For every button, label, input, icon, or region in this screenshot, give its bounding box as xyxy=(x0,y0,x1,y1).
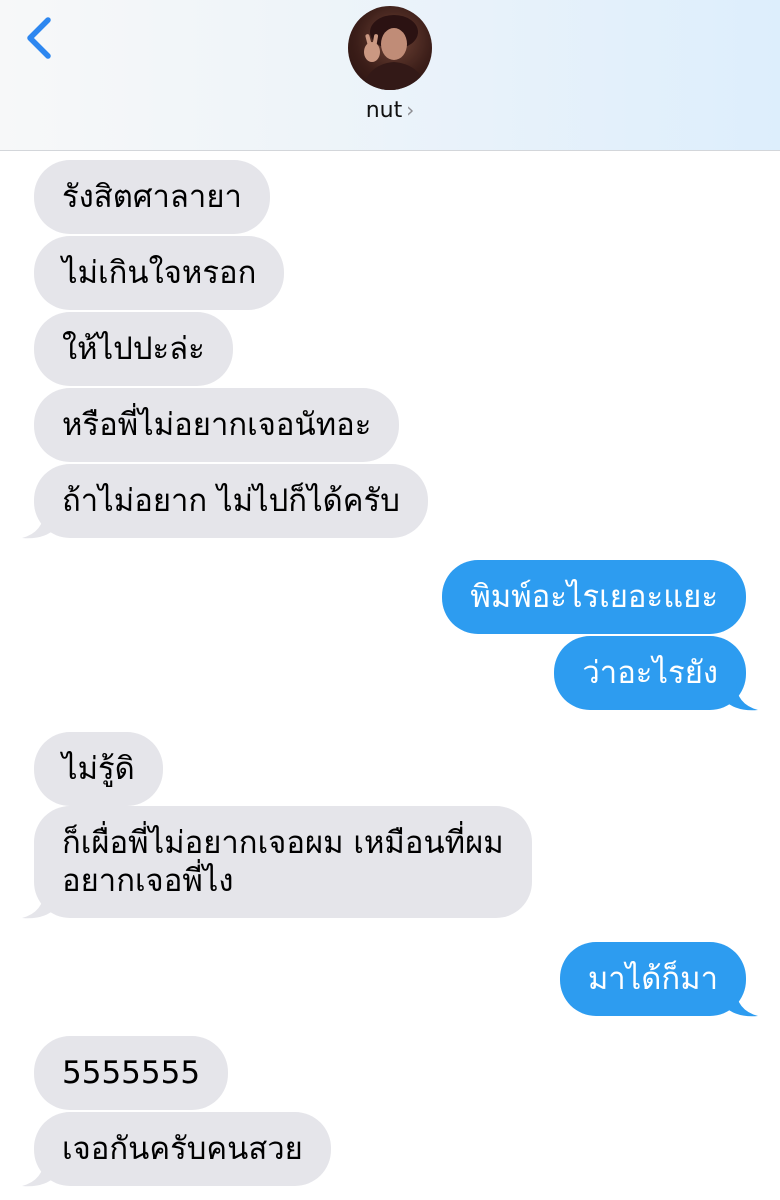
bubble-tail xyxy=(724,682,758,711)
message-bubble-incoming[interactable]: ไม่เกินใจหรอก xyxy=(34,236,285,310)
bubble-tail xyxy=(22,510,56,539)
message-text: พิมพ์อะไรเยอะแยะ xyxy=(470,579,718,615)
message-text: ให้ไปปะล่ะ xyxy=(62,331,205,367)
contact-photo xyxy=(348,6,432,90)
contact-name: nut xyxy=(365,98,403,123)
message-bubble-incoming[interactable]: หรือพี่ไม่อยากเจอนัทอะ xyxy=(34,388,400,462)
message-text: 5555555 xyxy=(62,1055,201,1091)
contact-name-button[interactable]: nut › xyxy=(0,98,780,123)
message-text: อยากเจอพี่ไง xyxy=(62,863,234,899)
chevron-left-icon xyxy=(27,17,51,59)
bubble-tail xyxy=(22,1158,56,1187)
message-text: เจอกันครับคนสวย xyxy=(62,1131,303,1167)
message-bubble-outgoing[interactable]: พิมพ์อะไรเยอะแยะ xyxy=(442,560,746,634)
message-bubble-incoming[interactable]: ไม่รู้ดิ xyxy=(34,732,163,806)
message-text: ก็เผื่อพี่ไม่อยากเจอผม เหมือนที่ผม xyxy=(62,825,504,861)
message-bubble-incoming[interactable]: ให้ไปปะล่ะ xyxy=(34,312,233,386)
message-text: ไม่เกินใจหรอก xyxy=(62,255,257,291)
message-text: รังสิตศาลายา xyxy=(62,179,242,215)
message-text: ว่าอะไรยัง xyxy=(582,655,718,691)
message-bubble-incoming[interactable]: 5555555 xyxy=(34,1036,229,1110)
message-bubble-outgoing[interactable]: มาได้ก็มา xyxy=(559,942,746,1016)
conversation-header: nut › xyxy=(0,0,780,151)
message-text: ถ้าไม่อยาก ไม่ไปก็ได้ครับ xyxy=(62,483,400,519)
message-bubble-outgoing[interactable]: ว่าอะไรยัง xyxy=(554,636,746,710)
message-text: หรือพี่ไม่อยากเจอนัทอะ xyxy=(62,407,372,443)
contact-avatar[interactable] xyxy=(348,6,432,90)
message-bubble-incoming[interactable]: เจอกันครับคนสวย xyxy=(34,1112,331,1186)
bubble-tail xyxy=(22,890,56,919)
message-bubble-incoming[interactable]: ถ้าไม่อยาก ไม่ไปก็ได้ครับ xyxy=(34,464,428,538)
message-text: ไม่รู้ดิ xyxy=(62,751,135,787)
message-bubble-incoming[interactable]: ก็เผื่อพี่ไม่อยากเจอผม เหมือนที่ผม อยากเ… xyxy=(34,806,532,918)
message-text: มาได้ก็มา xyxy=(587,961,718,997)
back-button[interactable] xyxy=(18,14,66,66)
chevron-right-icon: › xyxy=(406,98,415,122)
message-list[interactable]: รังสิตศาลายา ไม่เกินใจหรอก ให้ไปปะล่ะ หร… xyxy=(0,150,780,1200)
bubble-tail xyxy=(724,988,758,1017)
message-bubble-incoming[interactable]: รังสิตศาลายา xyxy=(34,160,270,234)
